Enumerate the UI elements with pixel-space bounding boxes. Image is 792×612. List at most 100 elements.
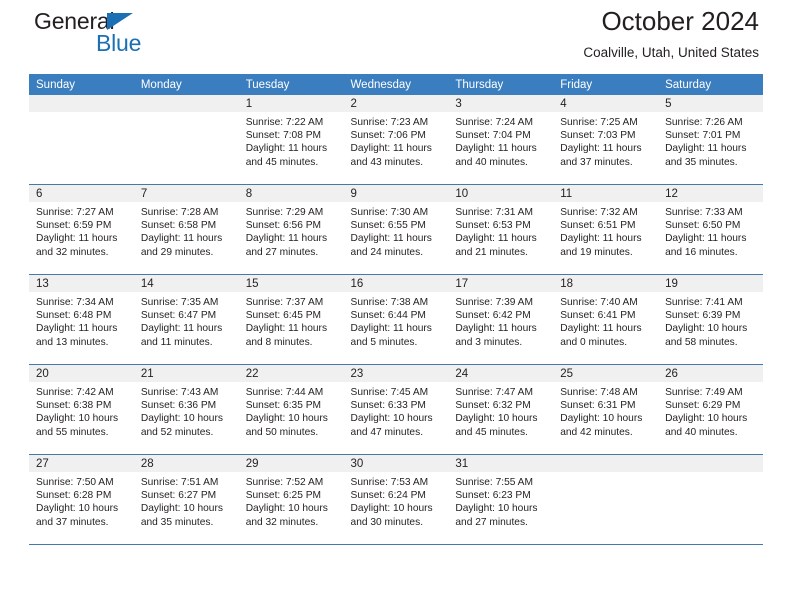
day-number: 14: [133, 275, 239, 292]
calendar-day-cell[interactable]: 10 Sunrise: 7:31 AM Sunset: 6:53 PM Dayligh…: [448, 184, 554, 275]
calendar-table: Sunday Monday Tuesday Wednesday Thursday Frid…: [29, 74, 763, 545]
calendar-day-cell[interactable]: 12 Sunrise: 7:33 AM Sunset: 6:50 PM Dayligh…: [658, 184, 763, 275]
daylight-text: Daylight: 10 hours and 40 minutes.: [665, 413, 748, 438]
calendar-day-cell[interactable]: 3 Sunrise: 7:24 AM Sunset: 7:04 PM Daylight…: [448, 95, 554, 185]
calendar-day-cell[interactable]: 28 Sunrise: 7:51 AM Sunset: 6:27 PM Dayligh…: [133, 454, 239, 545]
daylight-text: Daylight: 11 hours and 27 minutes.: [245, 233, 328, 258]
calendar-day-cell[interactable]: 29 Sunrise: 7:52 AM Sunset: 6:25 PM Dayligh…: [238, 454, 344, 545]
day-number: 31: [448, 455, 554, 472]
daylight-text: Daylight: 11 hours and 3 minutes.: [455, 323, 537, 348]
sunrise-text: Sunrise: 7:28 AM: [140, 207, 219, 218]
day-number: 7: [133, 185, 239, 202]
calendar-day-cell-empty: [553, 454, 659, 545]
calendar-day-cell[interactable]: 22 Sunrise: 7:44 AM Sunset: 6:35 PM Dayligh…: [238, 364, 344, 455]
calendar-day-cell[interactable]: 24 Sunrise: 7:47 AM Sunset: 6:32 PM Dayligh…: [448, 364, 554, 455]
daylight-text: Daylight: 11 hours and 13 minutes.: [36, 323, 118, 348]
day-number: 2: [343, 95, 449, 112]
sunrise-text: Sunrise: 7:51 AM: [140, 477, 219, 488]
sunrise-text: Sunrise: 7:47 AM: [455, 387, 533, 398]
calendar-day-cell[interactable]: 13 Sunrise: 7:34 AM Sunset: 6:48 PM Dayligh…: [29, 274, 134, 365]
day-number: 3: [448, 95, 554, 112]
calendar-day-cell[interactable]: 17 Sunrise: 7:39 AM Sunset: 6:42 PM Dayligh…: [448, 274, 554, 365]
calendar-day-cell[interactable]: 25 Sunrise: 7:48 AM Sunset: 6:31 PM Dayligh…: [553, 364, 659, 455]
calendar-day-cell[interactable]: 2 Sunrise: 7:23 AM Sunset: 7:06 PM Daylight…: [343, 95, 449, 185]
day-details: Sunrise: 7:24 AM Sunset: 7:04 PM Daylight:…: [448, 112, 553, 169]
day-number: 20: [29, 365, 134, 382]
day-details: Sunrise: 7:43 AM Sunset: 6:36 PM Daylight:…: [134, 382, 239, 439]
sunrise-text: Sunrise: 7:48 AM: [560, 387, 638, 398]
calendar-day-cell[interactable]: 9 Sunrise: 7:30 AM Sunset: 6:55 PM Daylight…: [343, 184, 449, 275]
day-number: [553, 455, 659, 472]
calendar-day-cell[interactable]: 30 Sunrise: 7:53 AM Sunset: 6:24 PM Dayligh…: [343, 454, 449, 545]
daylight-text: Daylight: 11 hours and 24 minutes.: [350, 233, 432, 258]
sunrise-text: Sunrise: 7:29 AM: [245, 207, 324, 218]
calendar-day-cell[interactable]: 26 Sunrise: 7:49 AM Sunset: 6:29 PM Dayligh…: [658, 364, 763, 455]
calendar-week-row: 27 Sunrise: 7:50 AM Sunset: 6:28 PM Dayligh…: [29, 454, 763, 545]
day-number: 11: [553, 185, 659, 202]
day-number: 8: [238, 185, 344, 202]
sunrise-text: Sunrise: 7:24 AM: [455, 117, 533, 128]
sunset-text: Sunset: 7:01 PM: [665, 130, 741, 142]
day-details: Sunrise: 7:35 AM Sunset: 6:47 PM Daylight:…: [134, 292, 239, 349]
calendar-week-row: 20 Sunrise: 7:42 AM Sunset: 6:38 PM Dayligh…: [29, 364, 763, 455]
sunrise-text: Sunrise: 7:23 AM: [350, 117, 429, 128]
daylight-text: Daylight: 11 hours and 35 minutes.: [665, 143, 747, 168]
daylight-text: Daylight: 11 hours and 16 minutes.: [665, 233, 747, 258]
calendar-page: General Blue October 2024 Coalville, Uta…: [0, 0, 792, 612]
calendar-body: 1 Sunrise: 7:22 AM Sunset: 7:08 PM Daylight…: [29, 95, 763, 545]
weekday-header-friday: Friday: [553, 74, 659, 95]
day-details: Sunrise: 7:44 AM Sunset: 6:35 PM Daylight:…: [239, 382, 344, 439]
calendar-day-cell[interactable]: 7 Sunrise: 7:28 AM Sunset: 6:58 PM Daylight…: [133, 184, 239, 275]
sunset-text: Sunset: 6:48 PM: [36, 310, 112, 322]
daylight-text: Daylight: 10 hours and 52 minutes.: [140, 413, 223, 438]
weekday-header-monday: Monday: [133, 74, 239, 95]
sunset-text: Sunset: 7:04 PM: [455, 130, 531, 142]
calendar-day-cell[interactable]: 4 Sunrise: 7:25 AM Sunset: 7:03 PM Daylight…: [553, 95, 659, 185]
day-number: 19: [658, 275, 763, 292]
calendar-day-cell[interactable]: 5 Sunrise: 7:26 AM Sunset: 7:01 PM Daylight…: [658, 95, 763, 185]
calendar-day-cell[interactable]: 19 Sunrise: 7:41 AM Sunset: 6:39 PM Dayligh…: [658, 274, 763, 365]
calendar-day-cell[interactable]: 21 Sunrise: 7:43 AM Sunset: 6:36 PM Dayligh…: [133, 364, 239, 455]
calendar-day-cell[interactable]: 8 Sunrise: 7:29 AM Sunset: 6:56 PM Daylight…: [238, 184, 344, 275]
calendar-day-cell[interactable]: 31 Sunrise: 7:55 AM Sunset: 6:23 PM Dayligh…: [448, 454, 554, 545]
day-details: Sunrise: 7:48 AM Sunset: 6:31 PM Daylight:…: [553, 382, 658, 439]
day-details: Sunrise: 7:31 AM Sunset: 6:53 PM Daylight:…: [448, 202, 553, 259]
calendar-day-cell[interactable]: 6 Sunrise: 7:27 AM Sunset: 6:59 PM Daylight…: [29, 184, 134, 275]
calendar-day-cell[interactable]: 14 Sunrise: 7:35 AM Sunset: 6:47 PM Dayligh…: [133, 274, 239, 365]
day-details: Sunrise: 7:51 AM Sunset: 6:27 PM Daylight:…: [134, 472, 239, 529]
day-details: Sunrise: 7:22 AM Sunset: 7:08 PM Daylight:…: [239, 112, 344, 169]
sunset-text: Sunset: 6:33 PM: [350, 400, 426, 412]
day-number: 12: [658, 185, 763, 202]
day-details: Sunrise: 7:55 AM Sunset: 6:23 PM Daylight:…: [448, 472, 553, 529]
sunrise-text: Sunrise: 7:31 AM: [455, 207, 533, 218]
day-number: 17: [448, 275, 554, 292]
calendar-day-cell[interactable]: 27 Sunrise: 7:50 AM Sunset: 6:28 PM Dayligh…: [29, 454, 134, 545]
calendar-day-cell[interactable]: 15 Sunrise: 7:37 AM Sunset: 6:45 PM Dayligh…: [238, 274, 344, 365]
daylight-text: Daylight: 11 hours and 19 minutes.: [560, 233, 642, 258]
day-details: Sunrise: 7:34 AM Sunset: 6:48 PM Daylight:…: [29, 292, 134, 349]
calendar-day-cell[interactable]: 1 Sunrise: 7:22 AM Sunset: 7:08 PM Daylight…: [238, 95, 344, 185]
day-number: 1: [238, 95, 344, 112]
day-details: Sunrise: 7:28 AM Sunset: 6:58 PM Daylight:…: [134, 202, 239, 259]
day-number: 5: [658, 95, 763, 112]
calendar-day-cell[interactable]: 20 Sunrise: 7:42 AM Sunset: 6:38 PM Dayligh…: [29, 364, 134, 455]
sunset-text: Sunset: 6:47 PM: [140, 310, 217, 322]
calendar-day-cell[interactable]: 16 Sunrise: 7:38 AM Sunset: 6:44 PM Dayligh…: [343, 274, 449, 365]
daylight-text: Daylight: 11 hours and 5 minutes.: [350, 323, 432, 348]
sunset-text: Sunset: 6:58 PM: [140, 220, 217, 232]
calendar-day-cell[interactable]: 23 Sunrise: 7:45 AM Sunset: 6:33 PM Dayligh…: [343, 364, 449, 455]
calendar-week-row: 6 Sunrise: 7:27 AM Sunset: 6:59 PM Daylight…: [29, 184, 763, 275]
daylight-text: Daylight: 10 hours and 32 minutes.: [245, 503, 328, 528]
day-number: 29: [238, 455, 344, 472]
calendar-day-cell[interactable]: 11 Sunrise: 7:32 AM Sunset: 6:51 PM Dayligh…: [553, 184, 659, 275]
general-blue-logo[interactable]: General Blue: [34, 8, 214, 64]
day-number: 27: [29, 455, 134, 472]
sunset-text: Sunset: 6:56 PM: [245, 220, 322, 232]
sunset-text: Sunset: 6:51 PM: [560, 220, 636, 232]
calendar-day-cell-empty: [29, 95, 134, 185]
daylight-text: Daylight: 11 hours and 40 minutes.: [455, 143, 537, 168]
calendar-day-cell[interactable]: 18 Sunrise: 7:40 AM Sunset: 6:41 PM Dayligh…: [553, 274, 659, 365]
day-number: 4: [553, 95, 659, 112]
daylight-text: Daylight: 10 hours and 55 minutes.: [36, 413, 119, 438]
calendar-day-cell-empty: [133, 95, 239, 185]
